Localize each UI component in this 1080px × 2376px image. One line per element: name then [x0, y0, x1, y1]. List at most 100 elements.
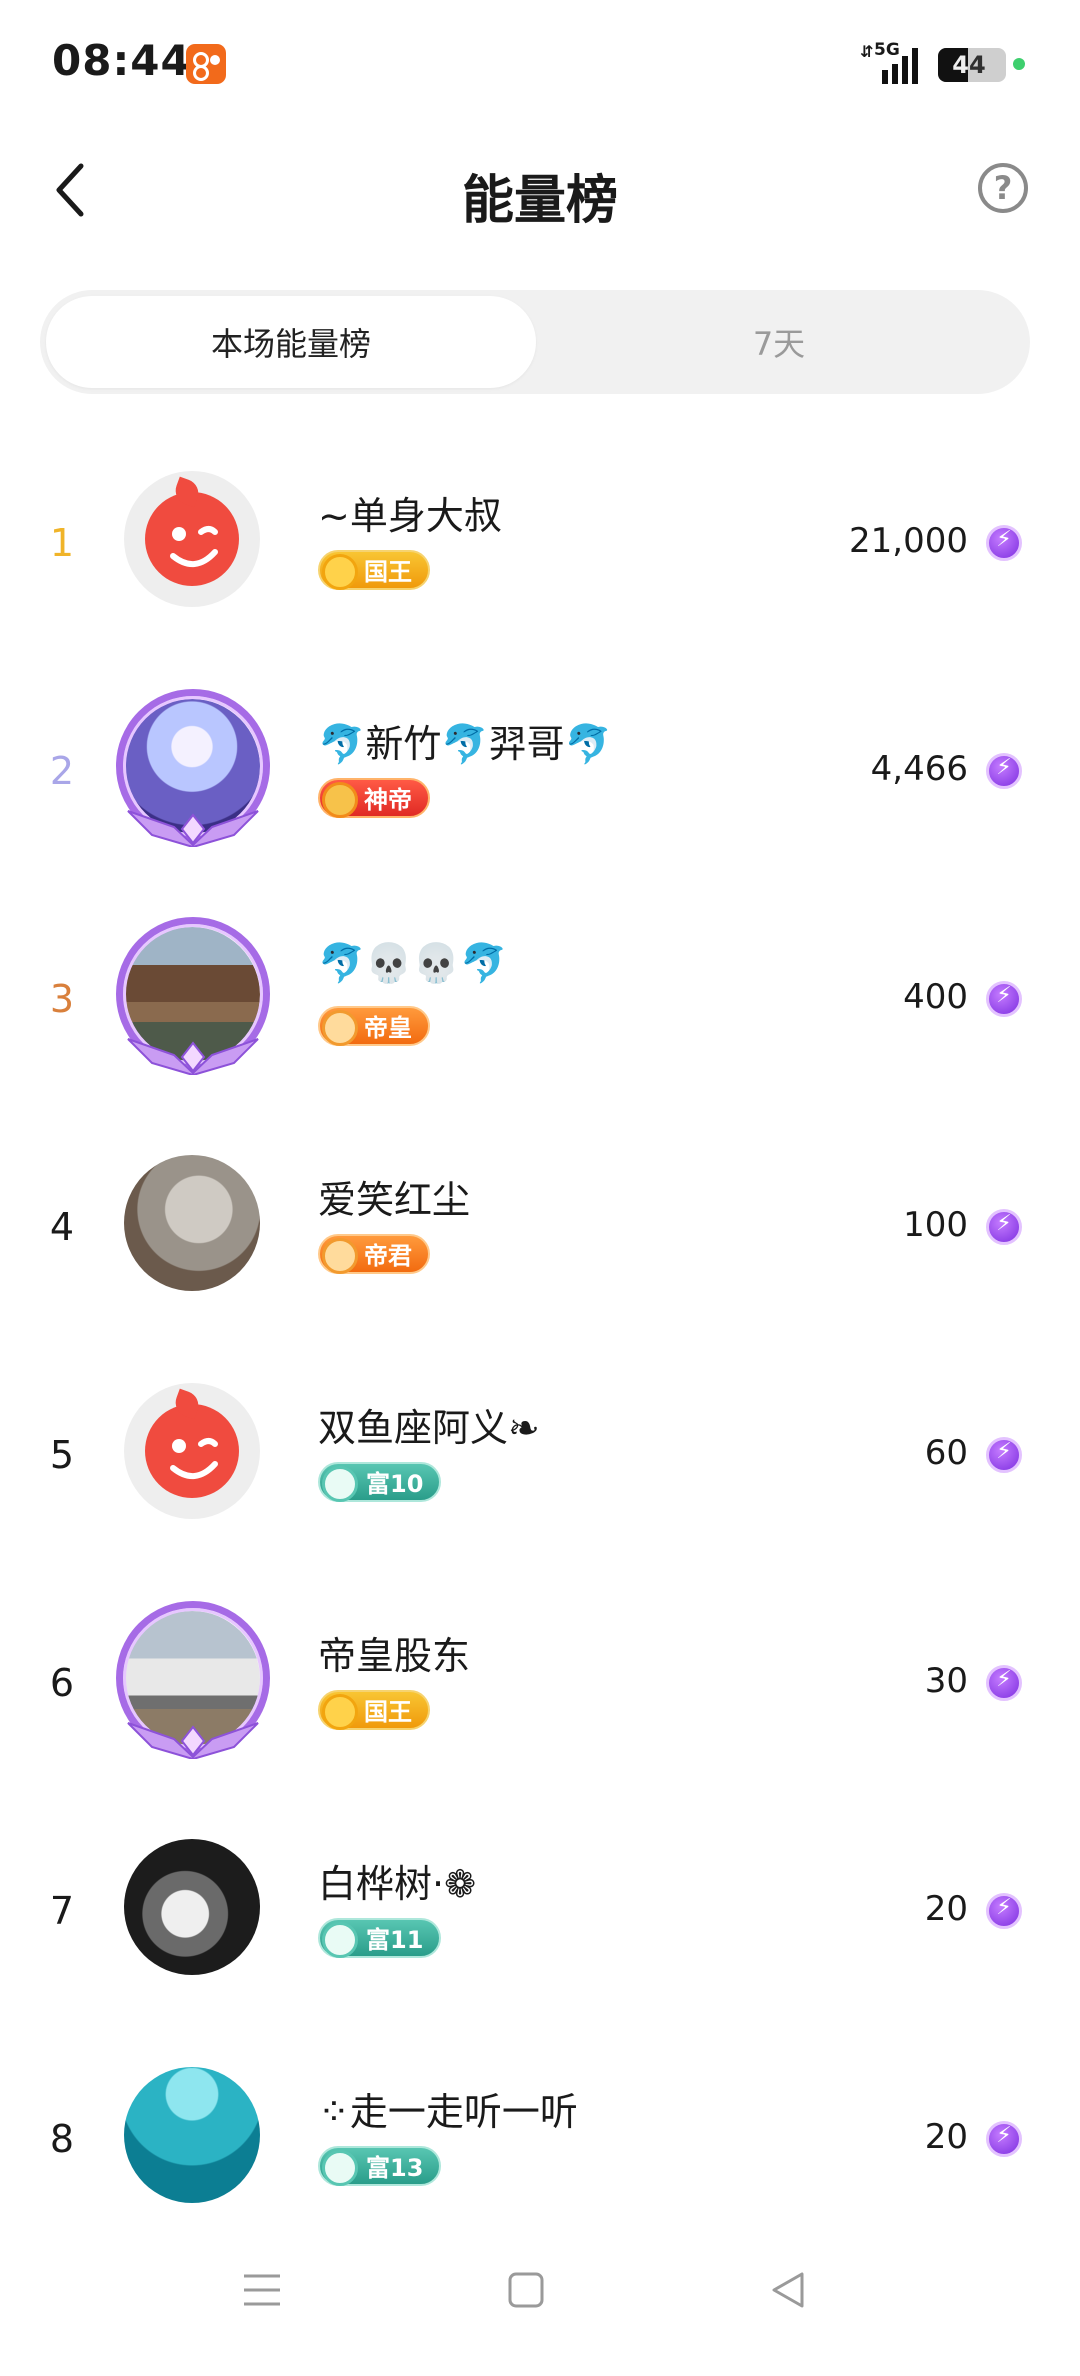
- leaderboard-row[interactable]: 1 ~单身大叔国王 21,000: [0, 445, 1080, 673]
- leaderboard-row[interactable]: 2 🐬新竹🐬羿哥🐬 神帝 4,466: [0, 673, 1080, 901]
- leaderboard-row[interactable]: 7 白桦树·❁ 富11 20: [0, 1813, 1080, 2041]
- energy-score: 20: [924, 1889, 968, 1929]
- leaderboard-list: 1 ~单身大叔国王 21,000 2 🐬新竹🐬羿哥🐬 神帝 4,466 3 🐬💀💀🐬 帝皇 400 4…: [0, 445, 1080, 2269]
- frame-wing-ornament: [127, 1722, 259, 1759]
- avatar[interactable]: [116, 689, 270, 847]
- user-name[interactable]: 爱笑红尘: [318, 1169, 470, 1224]
- energy-bolt-icon: [986, 1437, 1022, 1473]
- level-badge: 国王: [318, 1690, 430, 1730]
- rank-number: 5: [49, 1433, 75, 1477]
- energy-bolt-icon: [986, 1665, 1022, 1701]
- rank-number: 7: [49, 1889, 75, 1933]
- avatar[interactable]: [118, 1377, 268, 1527]
- signal-icon: ⇵ 5G: [860, 40, 924, 84]
- energy-score: 100: [903, 1205, 968, 1245]
- menu-button[interactable]: [232, 2260, 292, 2320]
- user-name[interactable]: ~单身大叔: [318, 485, 502, 540]
- rank-number: 3: [49, 977, 75, 1021]
- energy-score: 60: [924, 1433, 968, 1473]
- level-badge: 富10: [318, 1462, 442, 1502]
- underwater-avatar: [124, 2067, 260, 2203]
- status-time: 08:44: [52, 36, 191, 85]
- rank-number: 2: [49, 749, 75, 793]
- energy-bolt-icon: [986, 2121, 1022, 2157]
- energy-bolt-icon: [986, 753, 1022, 789]
- energy-score: 4,466: [870, 749, 968, 789]
- user-name[interactable]: ⁘走一走听一听: [318, 2081, 578, 2136]
- badge-label: 帝皇: [364, 1014, 412, 1042]
- user-name[interactable]: 🐬💀💀🐬: [318, 941, 507, 986]
- avatar[interactable]: [118, 465, 268, 615]
- badge-label: 富10: [366, 1470, 424, 1498]
- badge-emblem-icon: [322, 1922, 358, 1958]
- network-label: 5G: [874, 40, 900, 60]
- energy-bolt-icon: [986, 1209, 1022, 1245]
- tab-this-session[interactable]: 本场能量榜: [46, 296, 536, 388]
- badge-emblem-icon: [322, 782, 358, 818]
- leaderboard-row[interactable]: 8 ⁘走一走听一听 富13 20: [0, 2041, 1080, 2269]
- status-bar: 08:44 ⇵ 5G 44: [0, 0, 1080, 130]
- level-badge: 富11: [318, 1918, 442, 1958]
- app-notification-icon: [186, 44, 226, 84]
- system-nav-bar: [0, 2240, 1080, 2340]
- avatar[interactable]: [116, 917, 270, 1075]
- leaderboard-row[interactable]: 3 🐬💀💀🐬 帝皇 400: [0, 901, 1080, 1129]
- energy-score: 400: [903, 977, 968, 1017]
- user-name[interactable]: 🐬新竹🐬羿哥🐬: [318, 713, 612, 768]
- badge-emblem-icon: [322, 1010, 358, 1046]
- rank-number: 4: [49, 1205, 75, 1249]
- battery-icon: 44: [938, 48, 1006, 82]
- avatar[interactable]: [118, 1149, 268, 1299]
- badge-label: 神帝: [364, 786, 412, 814]
- frame-wing-ornament: [127, 810, 259, 847]
- badge-label: 富11: [366, 1926, 424, 1954]
- user-name[interactable]: 白桦树·❁: [318, 1853, 476, 1908]
- level-badge: 神帝: [318, 778, 430, 818]
- level-badge: 富13: [318, 2146, 442, 2186]
- leaderboard-row[interactable]: 6 帝皇股东国王 30: [0, 1585, 1080, 1813]
- rank-number: 8: [49, 2117, 75, 2161]
- energy-bolt-icon: [986, 1893, 1022, 1929]
- badge-emblem-icon: [322, 1238, 358, 1274]
- user-name[interactable]: 帝皇股东: [318, 1625, 470, 1680]
- default-app-avatar: [124, 471, 260, 607]
- leaderboard-row[interactable]: 4 爱笑红尘帝君 100: [0, 1129, 1080, 1357]
- rank-number: 1: [49, 521, 75, 565]
- badge-emblem-icon: [322, 2150, 358, 2186]
- tab-switcher: 本场能量榜 7天: [40, 290, 1030, 394]
- level-badge: 帝君: [318, 1234, 430, 1274]
- badge-label: 富13: [366, 2154, 424, 2182]
- tab-7-days[interactable]: 7天: [534, 296, 1024, 388]
- menu-icon: [244, 2274, 280, 2306]
- badge-label: 帝君: [364, 1242, 412, 1270]
- home-square-icon: [508, 2272, 544, 2308]
- leaderboard-row[interactable]: 5 双鱼座阿义❧ 富10 60: [0, 1357, 1080, 1585]
- rank-number: 6: [49, 1661, 75, 1705]
- frame-wing-ornament: [127, 1038, 259, 1075]
- battery-level: 44: [952, 51, 986, 79]
- energy-bolt-icon: [986, 981, 1022, 1017]
- question-circle-icon: ?: [993, 169, 1013, 207]
- avatar[interactable]: [118, 2061, 268, 2211]
- privacy-indicator-dot: [1013, 58, 1025, 70]
- default-app-avatar: [124, 1383, 260, 1519]
- system-back-button[interactable]: [758, 2260, 818, 2320]
- level-badge: 国王: [318, 550, 430, 590]
- badge-emblem-icon: [322, 1466, 358, 1502]
- avatar[interactable]: [118, 1833, 268, 1983]
- energy-score: 30: [924, 1661, 968, 1701]
- badge-label: 国王: [364, 558, 412, 586]
- cat-photo-avatar: [124, 1155, 260, 1291]
- badge-emblem-icon: [322, 554, 358, 590]
- energy-bolt-icon: [986, 525, 1022, 561]
- badge-emblem-icon: [322, 1694, 358, 1730]
- badge-label: 国王: [364, 1698, 412, 1726]
- page-title: 能量榜: [461, 171, 618, 231]
- level-badge: 帝皇: [318, 1006, 430, 1046]
- back-triangle-icon: [772, 2272, 804, 2308]
- energy-score: 21,000: [849, 521, 968, 561]
- home-button[interactable]: [496, 2260, 556, 2320]
- avatar[interactable]: [116, 1601, 270, 1759]
- user-name[interactable]: 双鱼座阿义❧: [318, 1397, 540, 1452]
- help-button[interactable]: ?: [978, 163, 1028, 213]
